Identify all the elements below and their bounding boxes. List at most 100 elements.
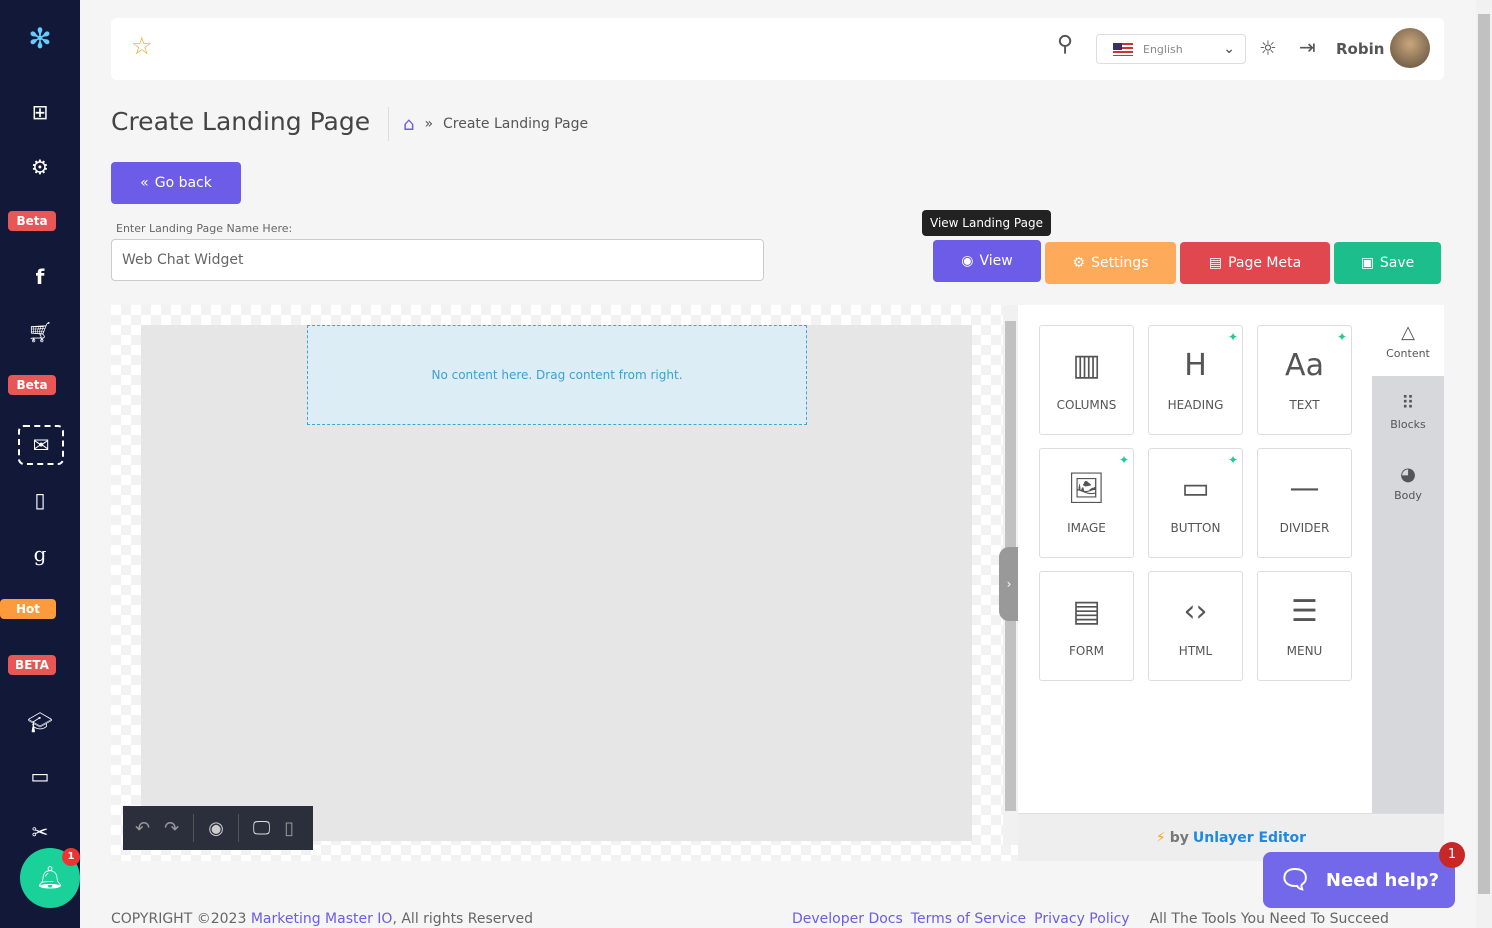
tile-heading[interactable]: H HEADING ✦ (1148, 325, 1243, 435)
footer-copyright: COPYRIGHT ©2023 Marketing Master IO, All… (111, 911, 533, 927)
go-back-button[interactable]: « Go back (111, 162, 241, 204)
sidebar: ✻ ⊞ ⚙ Beta f 🛒︎ Beta ✉ ▯ g Hot BETA 🎓︎ ▭… (0, 0, 80, 928)
unlayer-link[interactable]: Unlayer Editor (1193, 830, 1306, 846)
tile-label: TEXT (1289, 398, 1320, 412)
mail-icon[interactable]: ✉ (18, 425, 64, 465)
avatar[interactable] (1390, 28, 1430, 68)
notification-bell[interactable]: 🔔︎ 1 (20, 848, 80, 908)
google-icon[interactable]: g (0, 542, 80, 566)
tile-image[interactable]: 🖼︎ IMAGE ✦ (1039, 448, 1134, 558)
palette-icon: ◕ (1400, 463, 1416, 485)
logout-icon[interactable]: ⇥ (1299, 35, 1316, 59)
view-button[interactable]: ◉ View (933, 240, 1041, 282)
blocks-icon: ⠿ (1401, 392, 1415, 414)
breadcrumb: ⌂ » Create Landing Page (388, 107, 588, 141)
eye-icon: ◉ (961, 253, 974, 269)
save-button[interactable]: ▣ Save (1334, 242, 1441, 284)
sparkle-icon: ✦ (1336, 330, 1347, 344)
page-meta-label: Page Meta (1228, 255, 1302, 271)
beta-badge: BETA (8, 655, 56, 675)
help-count-badge: 1 (1439, 842, 1465, 868)
star-icon[interactable]: ☆ (131, 32, 153, 60)
tile-form[interactable]: ▤ FORM (1039, 571, 1134, 681)
tooltip: View Landing Page (922, 210, 1051, 236)
heading-icon: H (1184, 348, 1207, 383)
username[interactable]: Robin (1336, 40, 1384, 58)
topbar: ☆ ⚲ English ⌄ ☼ ⇥ Robin (111, 18, 1444, 80)
page-title: Create Landing Page (111, 107, 371, 136)
tile-menu[interactable]: ☰ MENU (1257, 571, 1352, 681)
tablet-icon[interactable]: ▯ (0, 488, 80, 512)
tile-label: DIVIDER (1279, 521, 1330, 535)
editor-toolbar: ↶ ↷ ◉ 🖵︎ ▯ (123, 806, 313, 850)
shapes-icon: △ (1401, 321, 1415, 343)
chevron-down-icon: ⌄ (1223, 41, 1235, 57)
tile-html[interactable]: ‹› HTML (1148, 571, 1243, 681)
facebook-icon[interactable]: f (0, 265, 80, 289)
tab-label: Body (1394, 488, 1422, 502)
copyright-text: COPYRIGHT ©2023 (111, 911, 247, 927)
tab-label: Blocks (1390, 417, 1426, 431)
tab-body[interactable]: ◕ Body (1372, 447, 1444, 518)
language-select[interactable]: English ⌄ (1096, 34, 1246, 64)
image-icon: 🖼︎ (1067, 471, 1106, 506)
breadcrumb-current: Create Landing Page (443, 116, 589, 132)
preview-eye-icon[interactable]: ◉ (208, 818, 224, 839)
desktop-icon[interactable]: 🖵︎ (253, 818, 270, 839)
columns-icon: ▥ (1072, 348, 1101, 383)
tile-label: BUTTON (1170, 521, 1221, 535)
canvas-stage: No content here. Drag content from right… (141, 325, 972, 841)
bell-icon: 🔔︎ (36, 865, 64, 891)
undo-icon[interactable]: ↶ (135, 818, 150, 839)
go-back-label: Go back (154, 175, 212, 191)
search-icon[interactable]: ⚲ (1057, 32, 1073, 57)
tile-button[interactable]: ▭ BUTTON ✦ (1148, 448, 1243, 558)
book-icon[interactable]: ▭ (0, 764, 80, 788)
home-icon[interactable]: ⌂ (403, 114, 414, 135)
us-flag-icon (1113, 42, 1133, 56)
page-meta-button[interactable]: ▤ Page Meta (1180, 242, 1330, 284)
editor-tabs: △ Content ⠿ Blocks ◕ Body (1372, 305, 1444, 813)
button-icon: ▭ (1181, 471, 1210, 506)
text-icon: Aa (1285, 348, 1324, 383)
gear-icon: ⚙ (1072, 255, 1086, 271)
sunset-icon[interactable]: ☼ (1259, 36, 1277, 60)
settings-button[interactable]: ⚙ Settings (1045, 242, 1176, 284)
hot-badge: Hot (0, 599, 56, 619)
view-label: View (979, 253, 1013, 269)
tile-label: HTML (1178, 644, 1213, 658)
page-scrollbar[interactable] (1476, 0, 1492, 928)
tile-label: COLUMNS (1056, 398, 1117, 412)
html-icon: ‹› (1183, 594, 1208, 629)
gear-icon[interactable]: ⚙ (0, 155, 80, 179)
terms-link[interactable]: Terms of Service (911, 911, 1026, 927)
cart-icon[interactable]: 🛒︎ (0, 320, 80, 344)
mobile-icon[interactable]: ▯ (284, 818, 294, 839)
editor-canvas: No content here. Drag content from right… (111, 305, 1019, 861)
landing-page-name-input[interactable]: Web Chat Widget (111, 239, 764, 281)
company-link[interactable]: Marketing Master IO (251, 911, 393, 927)
breadcrumb-separator: » (424, 116, 434, 132)
form-icon: ▤ (1072, 594, 1101, 629)
tile-divider[interactable]: — DIVIDER (1257, 448, 1352, 558)
redo-icon[interactable]: ↷ (164, 818, 179, 839)
tile-columns[interactable]: ▥ COLUMNS (1039, 325, 1134, 435)
medkit-icon[interactable]: ⊞ (0, 100, 80, 124)
logo[interactable]: ✻ (0, 22, 80, 55)
beta-badge: Beta (8, 211, 56, 231)
beta-badge: Beta (8, 375, 56, 395)
tab-content[interactable]: △ Content (1372, 305, 1444, 376)
name-label: Enter Landing Page Name Here: (116, 222, 293, 235)
drop-zone[interactable]: No content here. Drag content from right… (307, 325, 807, 425)
floppy-icon: ▣ (1360, 255, 1374, 271)
tile-text[interactable]: Aa TEXT ✦ (1257, 325, 1352, 435)
sparkle-icon: ✦ (1227, 453, 1238, 467)
tagline: All The Tools You Need To Succeed (1149, 911, 1389, 927)
graduation-cap-icon[interactable]: 🎓︎ (0, 710, 80, 734)
collapse-panel-handle[interactable]: › (999, 547, 1019, 621)
tools-icon[interactable]: ✂ (0, 820, 80, 844)
privacy-link[interactable]: Privacy Policy (1034, 911, 1129, 927)
need-help-button[interactable]: 🗨︎ Need help? 1 (1263, 842, 1465, 908)
developer-docs-link[interactable]: Developer Docs (792, 911, 903, 927)
tab-blocks[interactable]: ⠿ Blocks (1372, 376, 1444, 447)
